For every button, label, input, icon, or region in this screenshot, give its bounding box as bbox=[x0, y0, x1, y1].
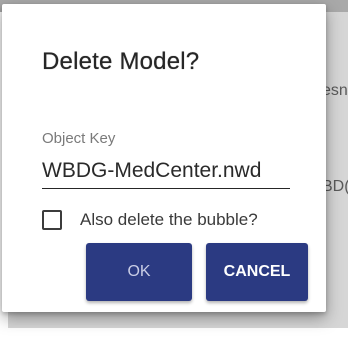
delete-bubble-checkbox[interactable] bbox=[42, 210, 62, 230]
object-key-label: Object Key bbox=[42, 130, 116, 147]
object-key-field[interactable] bbox=[42, 154, 290, 189]
delete-model-dialog: Delete Model? Object Key Also delete the… bbox=[2, 4, 326, 312]
delete-bubble-label: Also delete the bubble? bbox=[80, 210, 258, 229]
dialog-title: Delete Model? bbox=[42, 48, 200, 75]
ok-button[interactable]: OK bbox=[86, 243, 192, 301]
cancel-button[interactable]: CANCEL bbox=[206, 243, 308, 301]
delete-bubble-checkbox-row[interactable]: Also delete the bubble? bbox=[42, 207, 258, 233]
